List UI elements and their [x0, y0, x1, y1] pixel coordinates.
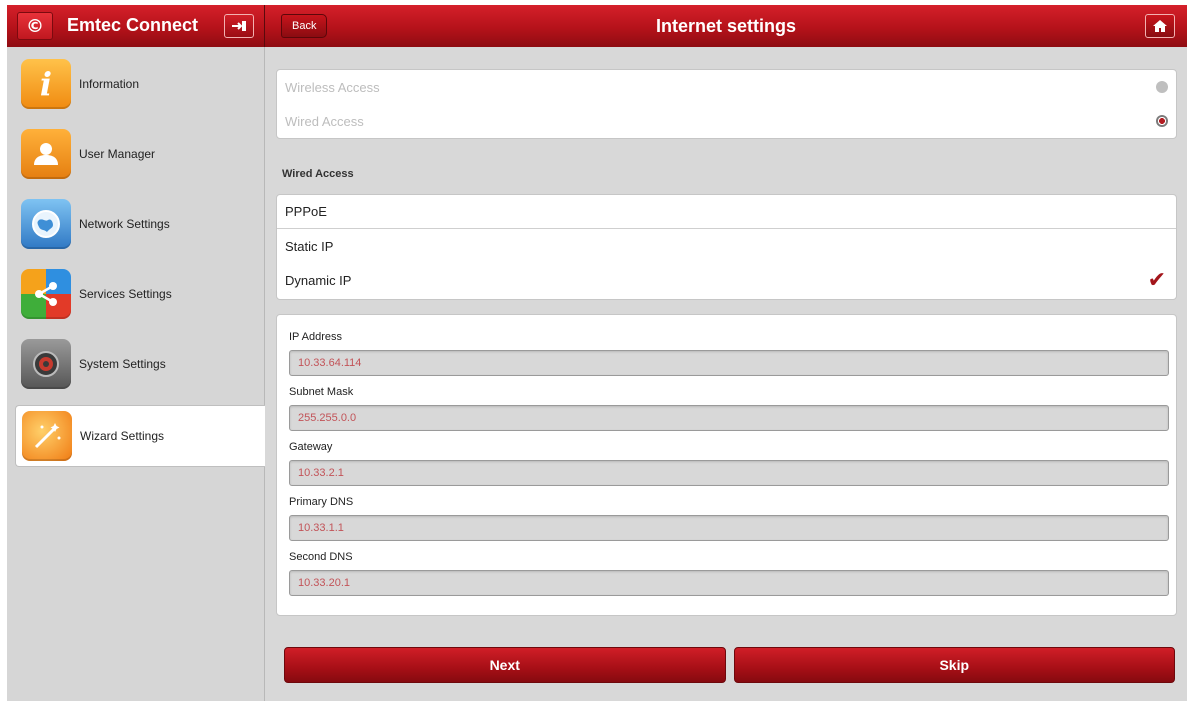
access-option-wired[interactable]: Wired Access — [277, 104, 1176, 138]
ip-config-panel: IP Address 10.33.64.114 Subnet Mask 255.… — [276, 314, 1177, 616]
mode-option-pppoe[interactable]: PPPoE — [277, 195, 1176, 229]
info-icon: i — [21, 59, 71, 109]
mode-option-static-ip[interactable]: Static IP — [277, 229, 1176, 263]
subnet-mask-field: Subnet Mask 255.255.0.0 — [289, 378, 1169, 433]
sidebar-item-label: Network Settings — [79, 217, 170, 231]
sidebar-item-label: Information — [79, 77, 140, 91]
section-heading: Wired Access — [282, 168, 354, 180]
main-content: Wireless Access Wired Access Wired Acces… — [266, 47, 1187, 701]
gateway-field: Gateway 10.33.2.1 — [289, 433, 1169, 488]
option-label: Static IP — [285, 238, 334, 254]
option-label: Dynamic IP — [285, 272, 352, 288]
app-window: © Emtec Connect Back Internet settings i… — [7, 5, 1187, 701]
radio-button[interactable] — [1156, 81, 1168, 93]
sidebar-item-label: Services Settings — [79, 287, 172, 301]
sidebar: i Information User Manager Network Setti… — [7, 47, 265, 701]
sidebar-item-label: System Settings — [79, 357, 166, 371]
home-icon — [1153, 20, 1167, 32]
sidebar-item-information[interactable]: i Information — [7, 53, 265, 115]
field-label: IP Address — [289, 331, 342, 343]
primary-dns-field: Primary DNS 10.33.1.1 — [289, 488, 1169, 543]
sidebar-item-network-settings[interactable]: Network Settings — [7, 193, 265, 255]
sidebar-item-system-settings[interactable]: System Settings — [7, 333, 265, 395]
sidebar-item-wizard-settings[interactable]: Wizard Settings — [15, 405, 265, 467]
mode-option-dynamic-ip[interactable]: Dynamic IP ✔ — [277, 263, 1176, 297]
user-icon — [21, 129, 71, 179]
logout-button[interactable] — [224, 14, 254, 38]
radio-button-selected[interactable] — [1156, 115, 1168, 127]
second-dns-input[interactable]: 10.33.20.1 — [289, 570, 1169, 596]
subnet-mask-input[interactable]: 255.255.0.0 — [289, 405, 1169, 431]
home-button[interactable] — [1145, 14, 1175, 38]
logout-icon — [232, 21, 246, 31]
ip-address-input[interactable]: 10.33.64.114 — [289, 350, 1169, 376]
access-option-wireless[interactable]: Wireless Access — [277, 70, 1176, 104]
next-button[interactable]: Next — [284, 647, 726, 683]
option-label: Wireless Access — [285, 79, 380, 95]
sidebar-item-label: Wizard Settings — [80, 429, 165, 443]
sidebar-item-services-settings[interactable]: Services Settings — [7, 263, 265, 325]
primary-dns-input[interactable]: 10.33.1.1 — [289, 515, 1169, 541]
ip-address-field: IP Address 10.33.64.114 — [289, 323, 1169, 378]
page-title: Internet settings — [655, 16, 797, 36]
wired-mode-panel: PPPoE Static IP Dynamic IP ✔ — [276, 194, 1177, 300]
wand-icon — [22, 411, 72, 461]
field-label: Gateway — [289, 441, 333, 453]
title-bar: Back Internet settings — [265, 5, 1187, 47]
second-dns-field: Second DNS 10.33.20.1 — [289, 543, 1169, 598]
skip-button[interactable]: Skip — [733, 647, 1175, 683]
option-label: PPPoE — [285, 204, 327, 219]
option-label: Wired Access — [285, 113, 364, 129]
sidebar-item-user-manager[interactable]: User Manager — [7, 123, 265, 185]
share-icon — [21, 269, 71, 319]
checkmark-icon: ✔ — [1147, 267, 1166, 293]
field-label: Subnet Mask — [289, 386, 354, 398]
app-name: Emtec Connect — [67, 15, 199, 35]
sidebar-item-label: User Manager — [79, 147, 156, 161]
access-type-panel: Wireless Access Wired Access — [276, 69, 1177, 139]
action-buttons: Next Skip — [284, 647, 1175, 683]
field-label: Second DNS — [289, 551, 353, 563]
gear-icon — [21, 339, 71, 389]
brand-bar: © Emtec Connect — [7, 5, 265, 47]
emtec-logo-icon: © — [17, 12, 53, 40]
field-label: Primary DNS — [289, 496, 354, 508]
gateway-input[interactable]: 10.33.2.1 — [289, 460, 1169, 486]
globe-icon — [21, 199, 71, 249]
